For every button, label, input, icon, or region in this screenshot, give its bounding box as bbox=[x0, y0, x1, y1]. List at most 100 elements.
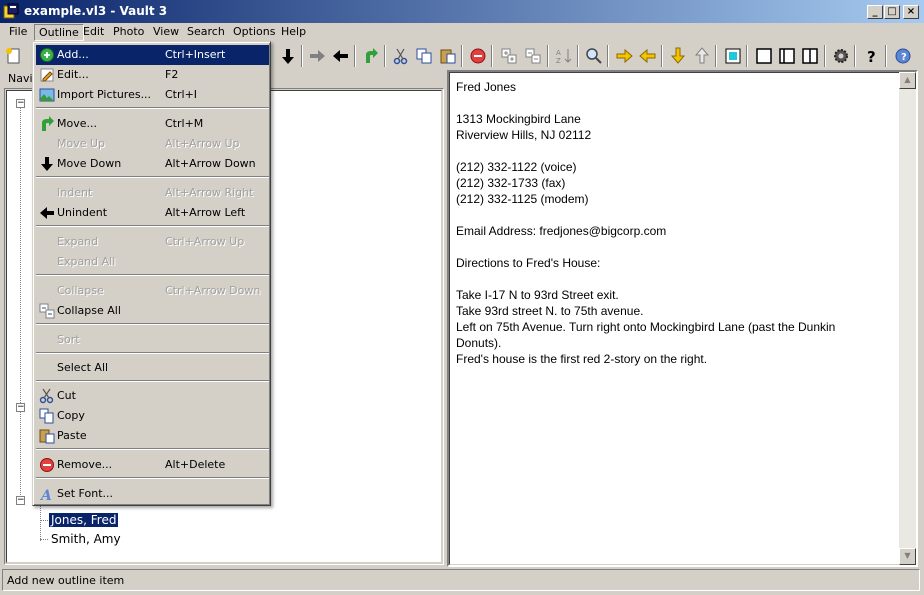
find-icon[interactable] bbox=[582, 44, 605, 67]
status-bar: Add new outline item bbox=[2, 569, 920, 591]
menu-item-move[interactable]: Move... Ctrl+M bbox=[36, 114, 269, 134]
note-line: (212) 332-1125 (modem) bbox=[456, 192, 589, 206]
menu-item-edit[interactable]: Edit... F2 bbox=[36, 65, 269, 85]
collapse-all-icon bbox=[39, 303, 55, 319]
menu-item-expand[interactable]: Expand Ctrl+Arrow Up bbox=[36, 232, 269, 252]
arrow-down-icon bbox=[41, 157, 53, 171]
menu-item-collapse[interactable]: Collapse Ctrl+Arrow Down bbox=[36, 281, 269, 301]
menu-item-set-font[interactable]: A Set Font... bbox=[36, 484, 269, 504]
layout-2-icon[interactable] bbox=[775, 44, 798, 67]
arrow-left-icon[interactable] bbox=[329, 44, 352, 67]
svg-text:?: ? bbox=[901, 52, 907, 63]
collapse-icon[interactable] bbox=[521, 44, 544, 67]
menu-item-cut[interactable]: Cut bbox=[36, 386, 269, 406]
edit-pencil-icon bbox=[40, 68, 54, 82]
tree-node-smith-amy[interactable]: Smith, Amy bbox=[49, 532, 123, 546]
svg-text:A: A bbox=[556, 49, 561, 57]
note-line: Left on 75th Avenue. Turn right onto Moc… bbox=[456, 320, 836, 334]
svg-text:?: ? bbox=[867, 48, 876, 65]
menu-view[interactable]: View bbox=[149, 24, 183, 41]
picture-icon bbox=[39, 88, 55, 102]
note-vertical-scrollbar[interactable]: ▲ ▼ bbox=[899, 72, 916, 565]
note-line: (212) 332-1733 (fax) bbox=[456, 176, 566, 190]
arrow-left-icon bbox=[40, 207, 54, 219]
note-line: (212) 332-1122 (voice) bbox=[456, 160, 577, 174]
arrow-down-icon[interactable] bbox=[276, 44, 299, 67]
cyan-square-icon[interactable] bbox=[721, 44, 744, 67]
tree-collapse-toggle[interactable]: − bbox=[16, 99, 25, 108]
menu-photo[interactable]: Photo bbox=[109, 24, 148, 41]
note-line: Fred's house is the first red 2-story on… bbox=[456, 352, 708, 366]
note-line: Directions to Fred's House: bbox=[456, 256, 601, 270]
copy-icon[interactable] bbox=[412, 44, 435, 67]
window-title: example.vl3 - Vault 3 bbox=[24, 4, 168, 18]
layout-1-icon[interactable] bbox=[752, 44, 775, 67]
scroll-up-button[interactable]: ▲ bbox=[899, 72, 916, 89]
arrow-right-gray-icon[interactable] bbox=[305, 44, 328, 67]
arrow-up-gray-icon[interactable] bbox=[690, 44, 713, 67]
menu-item-collapse-all[interactable]: Collapse All bbox=[36, 301, 269, 321]
cut-icon bbox=[39, 388, 54, 404]
menu-outline[interactable]: Outline bbox=[34, 24, 84, 41]
arrow-left-yellow-icon[interactable] bbox=[636, 44, 659, 67]
menu-edit[interactable]: Edit bbox=[79, 24, 108, 41]
cut-icon[interactable] bbox=[389, 44, 412, 67]
expand-icon[interactable] bbox=[497, 44, 520, 67]
navigation-tab-label[interactable]: Navi bbox=[8, 72, 33, 85]
copy-icon bbox=[39, 408, 54, 424]
outline-menu-dropdown: Add... Ctrl+Insert Edit... F2 Import Pic… bbox=[32, 41, 271, 506]
gear-icon[interactable] bbox=[829, 44, 852, 67]
help-icon[interactable]: ? bbox=[860, 44, 883, 67]
note-line: Email Address: fredjones@bigcorp.com bbox=[456, 224, 667, 238]
menu-bar: File Outline Edit Photo View Search Opti… bbox=[0, 23, 924, 42]
add-green-icon bbox=[40, 48, 54, 62]
note-line: Donuts). bbox=[456, 336, 502, 350]
scroll-down-button[interactable]: ▼ bbox=[899, 548, 916, 565]
menu-item-copy[interactable]: Copy bbox=[36, 406, 269, 426]
note-line: Fred Jones bbox=[456, 80, 517, 94]
note-line: Take I-17 N to 93rd Street exit. bbox=[456, 288, 619, 302]
menu-item-indent[interactable]: Indent Alt+Arrow Right bbox=[36, 183, 269, 203]
info-icon[interactable]: ? bbox=[891, 44, 914, 67]
menu-search[interactable]: Search bbox=[183, 24, 229, 41]
note-editor[interactable]: Fred Jones 1313 Mockingbird Lane Rivervi… bbox=[447, 70, 918, 567]
menu-item-paste[interactable]: Paste bbox=[36, 426, 269, 446]
arrow-down-yellow-icon[interactable] bbox=[666, 44, 689, 67]
menu-help[interactable]: Help bbox=[277, 24, 310, 41]
maximize-button[interactable]: □ bbox=[884, 5, 900, 19]
menu-item-expand-all[interactable]: Expand All bbox=[36, 252, 269, 272]
menu-item-add[interactable]: Add... Ctrl+Insert bbox=[36, 45, 269, 65]
note-line: Take 93rd street N. to 75th avenue. bbox=[456, 304, 644, 318]
close-button[interactable]: × bbox=[903, 5, 919, 19]
note-line: 1313 Mockingbird Lane bbox=[456, 112, 581, 126]
tree-collapse-toggle[interactable]: − bbox=[16, 496, 25, 505]
menu-item-move-down[interactable]: Move Down Alt+Arrow Down bbox=[36, 154, 269, 174]
move-green-arrow-icon[interactable] bbox=[359, 44, 382, 67]
menu-item-move-up[interactable]: Move Up Alt+Arrow Up bbox=[36, 134, 269, 154]
layout-3-icon[interactable] bbox=[798, 44, 821, 67]
svg-text:A: A bbox=[39, 488, 52, 502]
status-text: Add new outline item bbox=[7, 574, 125, 587]
menu-item-remove[interactable]: Remove... Alt+Delete bbox=[36, 455, 269, 475]
title-bar[interactable]: example.vl3 - Vault 3 _ □ × bbox=[0, 0, 924, 23]
svg-text:Z: Z bbox=[556, 57, 561, 65]
tree-node-jones-fred[interactable]: Jones, Fred bbox=[47, 512, 120, 528]
menu-item-select-all[interactable]: Select All bbox=[36, 358, 269, 378]
remove-icon bbox=[40, 458, 54, 472]
menu-file[interactable]: File bbox=[5, 24, 31, 41]
menu-options[interactable]: Options bbox=[229, 24, 279, 41]
paste-icon bbox=[39, 429, 55, 444]
menu-item-sort[interactable]: Sort bbox=[36, 330, 269, 350]
remove-icon[interactable] bbox=[466, 44, 489, 67]
note-line: Riverview Hills, NJ 02112 bbox=[456, 128, 592, 142]
menu-item-unindent[interactable]: Unindent Alt+Arrow Left bbox=[36, 203, 269, 223]
new-icon[interactable] bbox=[2, 44, 25, 67]
green-arrow-icon bbox=[42, 116, 54, 131]
paste-icon[interactable] bbox=[436, 44, 459, 67]
menu-item-import-pictures[interactable]: Import Pictures... Ctrl+I bbox=[36, 85, 269, 105]
vault-app-icon bbox=[3, 3, 19, 19]
tree-collapse-toggle[interactable]: − bbox=[16, 403, 25, 412]
sort-icon[interactable]: AZ bbox=[552, 44, 575, 67]
arrow-right-yellow-icon[interactable] bbox=[612, 44, 635, 67]
minimize-button[interactable]: _ bbox=[867, 5, 883, 19]
